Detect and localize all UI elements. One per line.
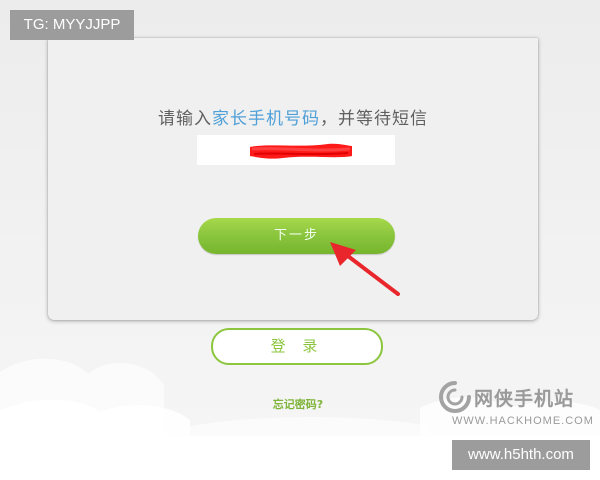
watermark-brand-cn: 网侠手机站 [474,388,575,410]
prompt-highlight: 家长手机号码 [212,109,320,129]
site-watermark-badge: www.h5hth.com [452,440,590,470]
tg-watermark-badge: TG: MYYJJPP [10,10,134,40]
phone-verify-card: 请输入家长手机号码，并等待短信 [48,38,538,320]
forgot-password-link[interactable]: 忘记密码? [258,396,338,412]
hackhome-logo-icon [439,381,471,413]
redaction-scribble [250,143,352,159]
red-arrow-annotation [330,242,400,296]
login-button[interactable]: 登 录 [211,328,383,365]
app-screen: 请输入家长手机号码，并等待短信 下一步 登 录 忘记密码? 网侠手机站 WWW.… [0,0,600,480]
watermark-brand-en: WWW.HACKHOME.COM [452,415,594,427]
phone-prompt: 请输入家长手机号码，并等待短信 [158,109,428,129]
